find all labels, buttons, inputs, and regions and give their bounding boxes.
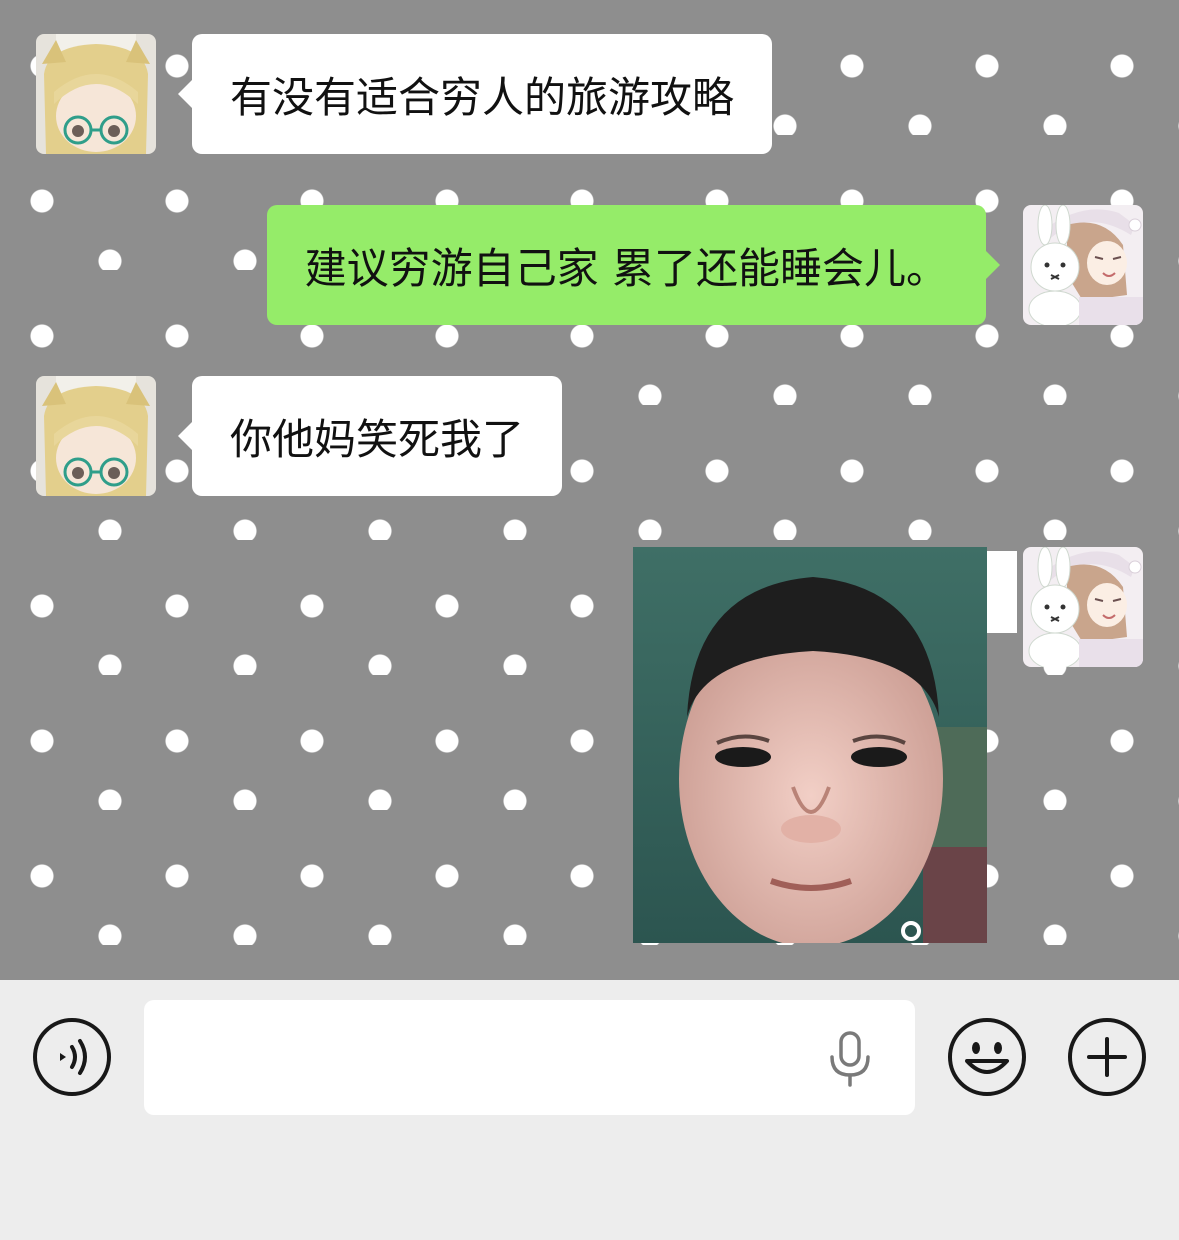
microphone-icon — [830, 1031, 870, 1087]
outgoing-message-bubble[interactable]: 建议穷游自己家 累了还能睡会儿。 — [266, 205, 1001, 325]
message-text: 你他妈笑死我了 — [230, 414, 525, 464]
bubble-edge-peek — [987, 551, 1017, 633]
other-user-avatar[interactable] — [36, 376, 156, 496]
child-face-meme-photo[interactable] — [633, 547, 987, 943]
incoming-message-bubble[interactable]: 你他妈笑死我了 — [177, 376, 563, 496]
plus-icon — [1068, 1018, 1146, 1096]
microphone-button[interactable] — [828, 1031, 872, 1087]
chat-screen: 有没有适合穷人的旅游攻略 建议穷游自己家 累了还能睡会儿。 你他妈笑死我了 — [0, 0, 1179, 1240]
self-avatar[interactable] — [1023, 205, 1143, 325]
more-options-button[interactable] — [1067, 1017, 1147, 1097]
voice-mode-icon — [33, 1018, 111, 1096]
self-avatar[interactable] — [1023, 547, 1143, 667]
blonde-anime-girl-with-glasses-avatar — [36, 376, 156, 496]
anime-girl-with-bunny-plush-avatar — [1023, 205, 1143, 325]
voice-mode-button[interactable] — [32, 1017, 112, 1097]
emoji-icon — [948, 1018, 1026, 1096]
child-face-photo-image — [633, 547, 987, 943]
chat-message-area[interactable]: 有没有适合穷人的旅游攻略 建议穷游自己家 累了还能睡会儿。 你他妈笑死我了 — [0, 0, 1179, 980]
message-text: 建议穷游自己家 累了还能睡会儿。 — [304, 243, 948, 293]
other-user-avatar[interactable] — [36, 34, 156, 154]
message-input[interactable] — [144, 1000, 915, 1115]
anime-girl-with-bunny-plush-avatar — [1023, 547, 1143, 667]
message-text: 有没有适合穷人的旅游攻略 — [230, 72, 735, 122]
emoji-button[interactable] — [947, 1017, 1027, 1097]
incoming-message-bubble[interactable]: 有没有适合穷人的旅游攻略 — [177, 34, 773, 154]
blonde-anime-girl-with-glasses-avatar — [36, 34, 156, 154]
